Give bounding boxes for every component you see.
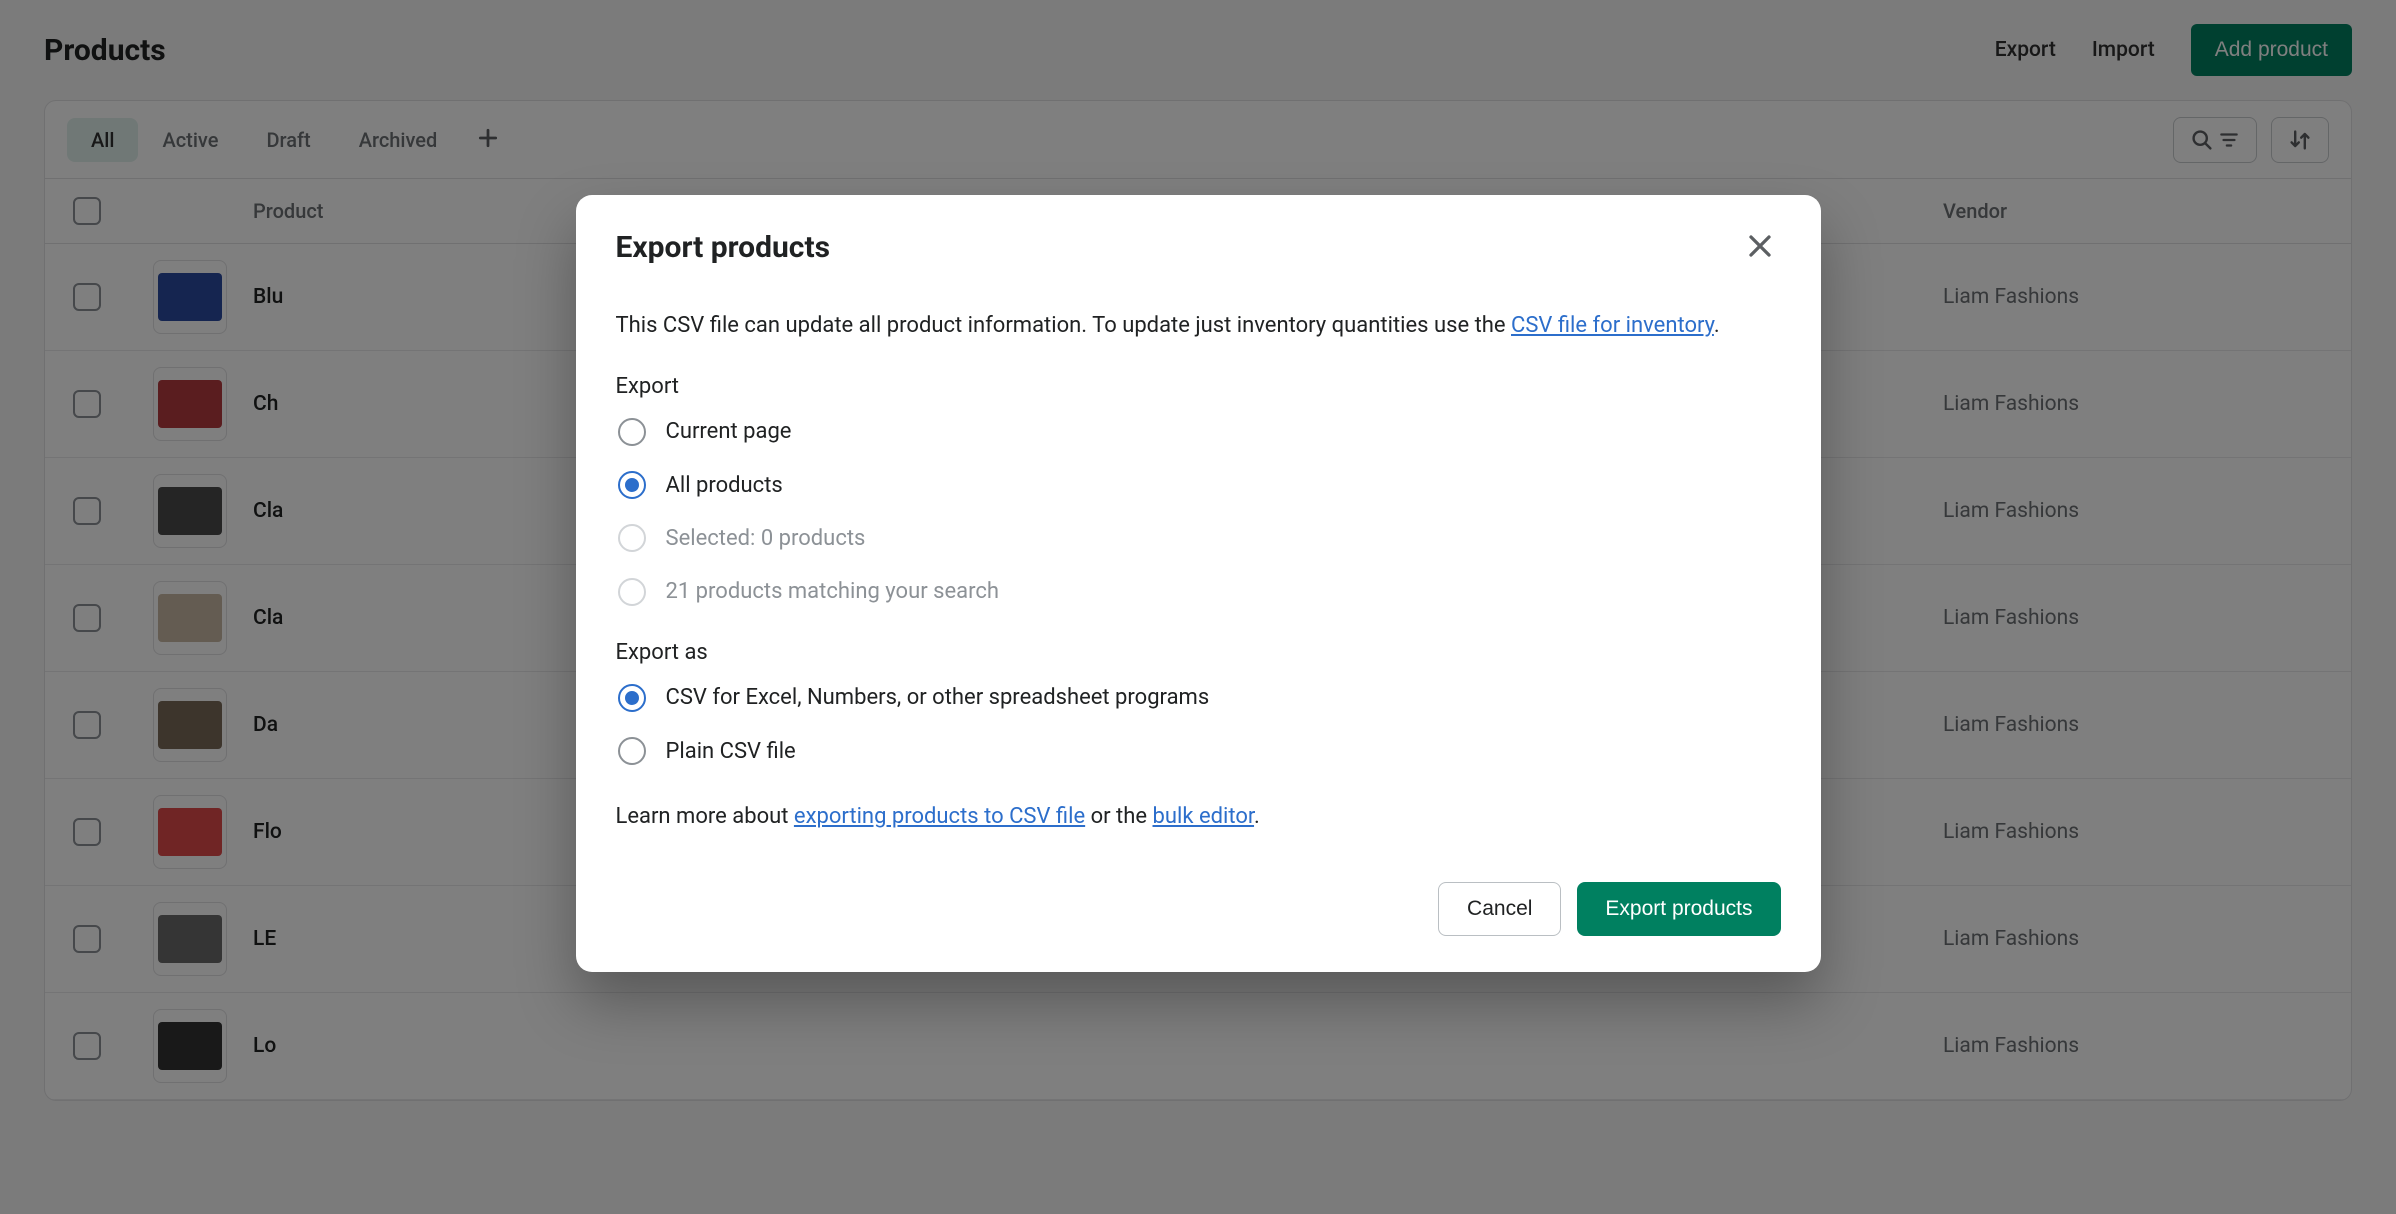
intro-text-post: . — [1714, 313, 1720, 338]
radio-plain-csv[interactable]: Plain CSV file — [618, 734, 1781, 769]
close-icon — [1745, 231, 1775, 261]
radio-label: 21 products matching your search — [666, 574, 1000, 609]
radio-icon — [618, 578, 646, 606]
intro-text-pre: This CSV file can update all product inf… — [616, 313, 1512, 338]
radio-current-page[interactable]: Current page — [618, 414, 1781, 449]
export-scope-group: Current page All products Selected: 0 pr… — [618, 414, 1781, 609]
modal-title: Export products — [616, 230, 831, 265]
modal-overlay[interactable]: Export products This CSV file can update… — [0, 0, 2396, 1214]
modal-body: This CSV file can update all product inf… — [576, 280, 1821, 852]
radio-csv-excel[interactable]: CSV for Excel, Numbers, or other spreads… — [618, 680, 1781, 715]
radio-label: Current page — [666, 414, 792, 449]
cancel-button[interactable]: Cancel — [1438, 882, 1561, 936]
export-products-modal: Export products This CSV file can update… — [576, 195, 1821, 972]
radio-matching-search: 21 products matching your search — [618, 574, 1781, 609]
exporting-csv-link[interactable]: exporting products to CSV file — [794, 804, 1085, 829]
modal-intro: This CSV file can update all product inf… — [616, 308, 1781, 343]
radio-label: CSV for Excel, Numbers, or other spreads… — [666, 680, 1210, 715]
radio-label: All products — [666, 468, 783, 503]
export-products-button[interactable]: Export products — [1577, 882, 1780, 936]
radio-icon — [618, 471, 646, 499]
radio-icon — [618, 737, 646, 765]
learn-post: . — [1254, 804, 1260, 829]
modal-header: Export products — [576, 195, 1821, 280]
radio-label: Plain CSV file — [666, 734, 796, 769]
modal-footer: Cancel Export products — [576, 852, 1821, 972]
export-as-label: Export as — [616, 635, 1781, 670]
radio-icon — [618, 524, 646, 552]
learn-mid: or the — [1085, 804, 1152, 829]
radio-label: Selected: 0 products — [666, 521, 866, 556]
csv-inventory-link[interactable]: CSV file for inventory — [1511, 313, 1714, 338]
learn-pre: Learn more about — [616, 804, 794, 829]
export-scope-label: Export — [616, 369, 1781, 404]
radio-icon — [618, 684, 646, 712]
close-button[interactable] — [1739, 225, 1781, 270]
export-format-group: CSV for Excel, Numbers, or other spreads… — [618, 680, 1781, 768]
learn-more: Learn more about exporting products to C… — [616, 799, 1781, 834]
radio-icon — [618, 418, 646, 446]
radio-all-products[interactable]: All products — [618, 468, 1781, 503]
radio-selected-products: Selected: 0 products — [618, 521, 1781, 556]
bulk-editor-link[interactable]: bulk editor — [1153, 804, 1255, 829]
